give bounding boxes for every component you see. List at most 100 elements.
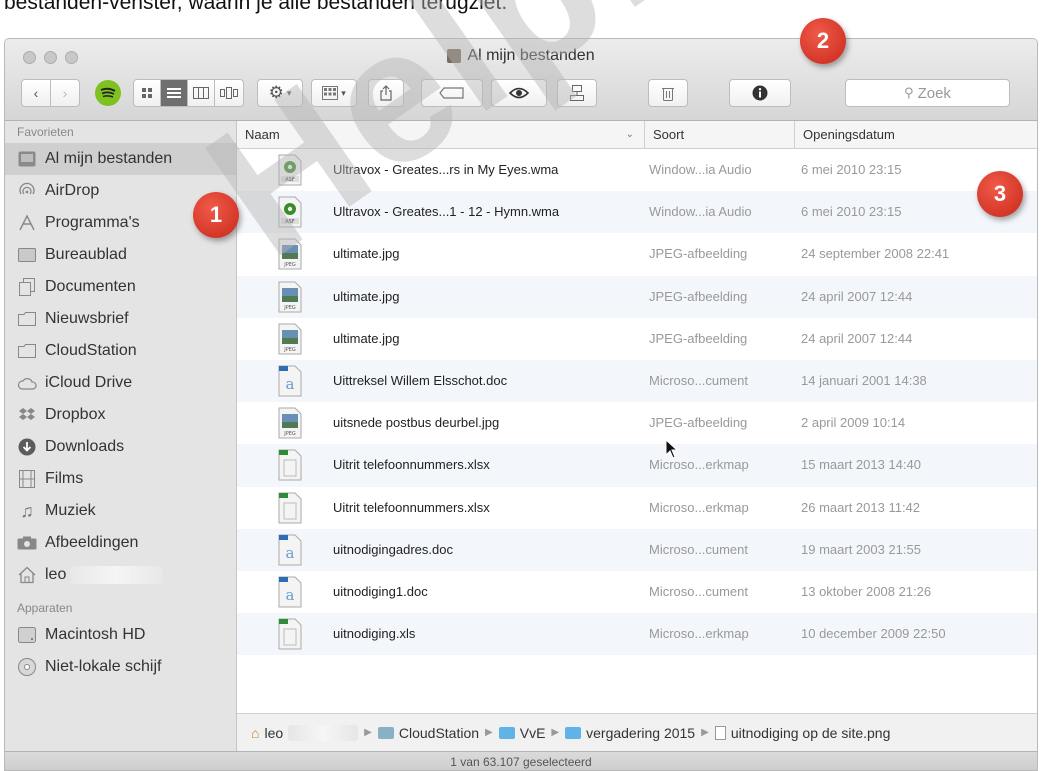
quicklook-button[interactable] <box>491 79 547 107</box>
sidebar-item-all-files[interactable]: Al mijn bestanden <box>5 143 236 175</box>
folder-icon <box>565 726 582 739</box>
table-row[interactable]: JPEG uitsnede postbus deurbel.jpg JPEG-afb… <box>237 402 1037 444</box>
sidebar-item-pictures[interactable]: Afbeeldingen <box>5 527 236 559</box>
jpeg-file-icon: JPEG <box>275 238 305 270</box>
xls-file-icon <box>275 618 305 650</box>
table-row[interactable]: JPEG ultimate.jpg JPEG-afbeelding 24 april … <box>237 275 1037 318</box>
coverflow-view-button[interactable] <box>214 79 244 107</box>
sidebar-item-desktop[interactable]: Bureaublad <box>5 239 236 271</box>
action-menu-button[interactable]: ⚙ ▾ <box>257 79 303 107</box>
search-field[interactable]: ⚲ Zoek <box>845 79 1010 107</box>
path-crumb-home[interactable]: ⌂ leo <box>251 724 359 741</box>
file-date: 13 oktober 2008 21:26 <box>801 583 932 599</box>
file-kind: JPEG-afbeelding <box>649 415 748 431</box>
back-button[interactable]: ‹ <box>21 79 51 107</box>
file-kind: Microso...erkmap <box>649 499 749 515</box>
sidebar-item-cloudstation[interactable]: CloudStation <box>5 335 236 367</box>
table-row[interactable]: a uitnodiging1.doc Microso...cument 13 okto… <box>237 571 1037 613</box>
trash-icon <box>662 87 674 101</box>
table-row[interactable]: Uitrit telefoonnummers.xlsx Microso...erk… <box>237 487 1037 529</box>
sidebar-item-nieuwsbrief[interactable]: Nieuwsbrief <box>5 303 236 335</box>
file-name: ultimate.jpg <box>333 288 400 304</box>
sidebar-item-macintosh-hd[interactable]: Macintosh HD <box>5 619 236 651</box>
sidebar-item-music[interactable]: ♫ Muziek <box>5 495 236 527</box>
move-to-trash-button[interactable] <box>648 79 688 107</box>
file-date: 24 september 2008 22:41 <box>801 246 950 262</box>
list-view-button[interactable] <box>160 79 188 107</box>
sidebar-item-downloads[interactable]: Downloads <box>5 431 236 463</box>
sidebar-item-dropbox[interactable]: Dropbox <box>5 399 236 431</box>
chevron-down-icon: ▾ <box>286 87 292 98</box>
table-row[interactable]: a Uittreksel Willem Elsschot.doc Microso..… <box>237 359 1037 403</box>
sidebar-item-home[interactable]: leo <box>5 559 236 591</box>
table-row[interactable]: a uitnodigingadres.doc Microso...cument 19 … <box>237 528 1037 571</box>
annotation-badge-1: 1 <box>193 192 239 238</box>
sidebar-devices-header: Apparaten <box>17 601 73 615</box>
sidebar-item-remote-disc[interactable]: Niet-lokale schijf <box>5 651 236 683</box>
folder-icon <box>17 309 37 329</box>
column-view-button[interactable] <box>187 79 215 107</box>
file-name: ultimate.jpg <box>333 330 400 346</box>
finder-window: Al mijn bestanden ‹ › ⚙ ▾ ▾ ⚲ Zoek Favor… <box>4 38 1038 771</box>
sidebar-item-documents[interactable]: Documenten <box>5 271 236 303</box>
table-row[interactable]: Uitrit telefoonnummers.xlsx Microso...erk… <box>237 444 1037 487</box>
sidebar-item-label: Documenten <box>45 278 136 295</box>
spotify-button[interactable] <box>95 80 121 106</box>
movies-icon <box>17 469 37 489</box>
file-list: Naam ⌄ Soort Openingsdatum ASF Ultravox -… <box>237 121 1037 751</box>
spotify-icon <box>100 87 116 98</box>
quicklook-eye-icon <box>509 87 529 99</box>
path-crumb-vve[interactable]: VvE <box>498 725 545 741</box>
column-header-name[interactable]: Naam ⌄ <box>237 121 645 149</box>
sidebar-item-label: AirDrop <box>45 182 100 199</box>
sidebar-item-icloud-drive[interactable]: iCloud Drive <box>5 367 236 399</box>
file-kind: Microso...cument <box>649 541 748 557</box>
sidebar-item-label: leo <box>45 566 67 583</box>
get-info-button[interactable] <box>729 79 791 107</box>
column-header-kind[interactable]: Soort <box>645 121 795 149</box>
applications-icon <box>17 213 37 233</box>
path-separator-icon: ▶ <box>364 727 372 738</box>
home-icon <box>17 565 37 585</box>
sidebar-item-label: Downloads <box>45 438 125 455</box>
sidebar-item-movies[interactable]: Films <box>5 463 236 495</box>
file-date: 10 december 2009 22:50 <box>801 626 946 642</box>
table-row[interactable]: JPEG ultimate.jpg JPEG-afbeelding 24 septem… <box>237 233 1037 275</box>
file-name: uitnodiging1.doc <box>333 583 428 599</box>
path-crumb-vergadering[interactable]: vergadering 2015 <box>565 725 695 741</box>
table-row[interactable]: ASF Ultravox - Greates...rs in My Eyes.wm… <box>237 149 1037 191</box>
column-header-date[interactable]: Openingsdatum <box>795 121 1037 149</box>
connect-icon <box>570 85 584 101</box>
arrange-menu-button[interactable]: ▾ <box>311 79 357 107</box>
file-name: Uittreksel Willem Elsschot.doc <box>333 372 508 388</box>
connect-server-button[interactable] <box>557 79 597 107</box>
table-row[interactable]: uitnodiging.xls Microso...erkmap 10 decemb… <box>237 613 1037 656</box>
annotation-badge-3: 3 <box>977 171 1023 217</box>
all-files-icon <box>447 49 462 63</box>
edit-tags-button[interactable] <box>421 79 483 107</box>
forward-button[interactable]: › <box>50 79 80 107</box>
path-bar: ⌂ leo ▶ CloudStation ▶ VvE ▶ vergadering… <box>237 713 1037 751</box>
jpeg-file-icon: JPEG <box>275 323 305 355</box>
sidebar-item-label: Macintosh HD <box>45 626 146 643</box>
gear-icon: ⚙ <box>268 83 284 102</box>
share-icon <box>380 85 392 101</box>
arrange-icon <box>322 86 339 100</box>
file-kind: Microso...erkmap <box>649 457 749 473</box>
table-row[interactable]: JPEG ultimate.jpg JPEG-afbeelding 24 april … <box>237 318 1037 360</box>
folder-icon <box>17 341 37 361</box>
window-title: Al mijn bestanden <box>5 47 1037 68</box>
file-kind: Window...ia Audio <box>649 204 752 220</box>
path-crumb-cloudstation[interactable]: CloudStation <box>377 725 479 741</box>
search-placeholder: Zoek <box>917 84 951 102</box>
icon-view-button[interactable] <box>133 79 161 107</box>
path-crumb-file[interactable]: uitnodiging op de site.png <box>714 725 890 741</box>
file-date: 24 april 2007 12:44 <box>801 288 913 304</box>
doc-file-icon: a <box>275 534 305 566</box>
sidebar-item-label: Films <box>45 470 84 487</box>
jpeg-file-icon: JPEG <box>275 281 305 313</box>
table-row[interactable]: ASF Ultravox - Greates...1 - 12 - Hymn.wm… <box>237 191 1037 234</box>
document-caption: bestanden-venster, waarin je alle bestan… <box>4 0 508 14</box>
share-button[interactable] <box>368 79 404 107</box>
file-date: 19 maart 2003 21:55 <box>801 541 921 557</box>
